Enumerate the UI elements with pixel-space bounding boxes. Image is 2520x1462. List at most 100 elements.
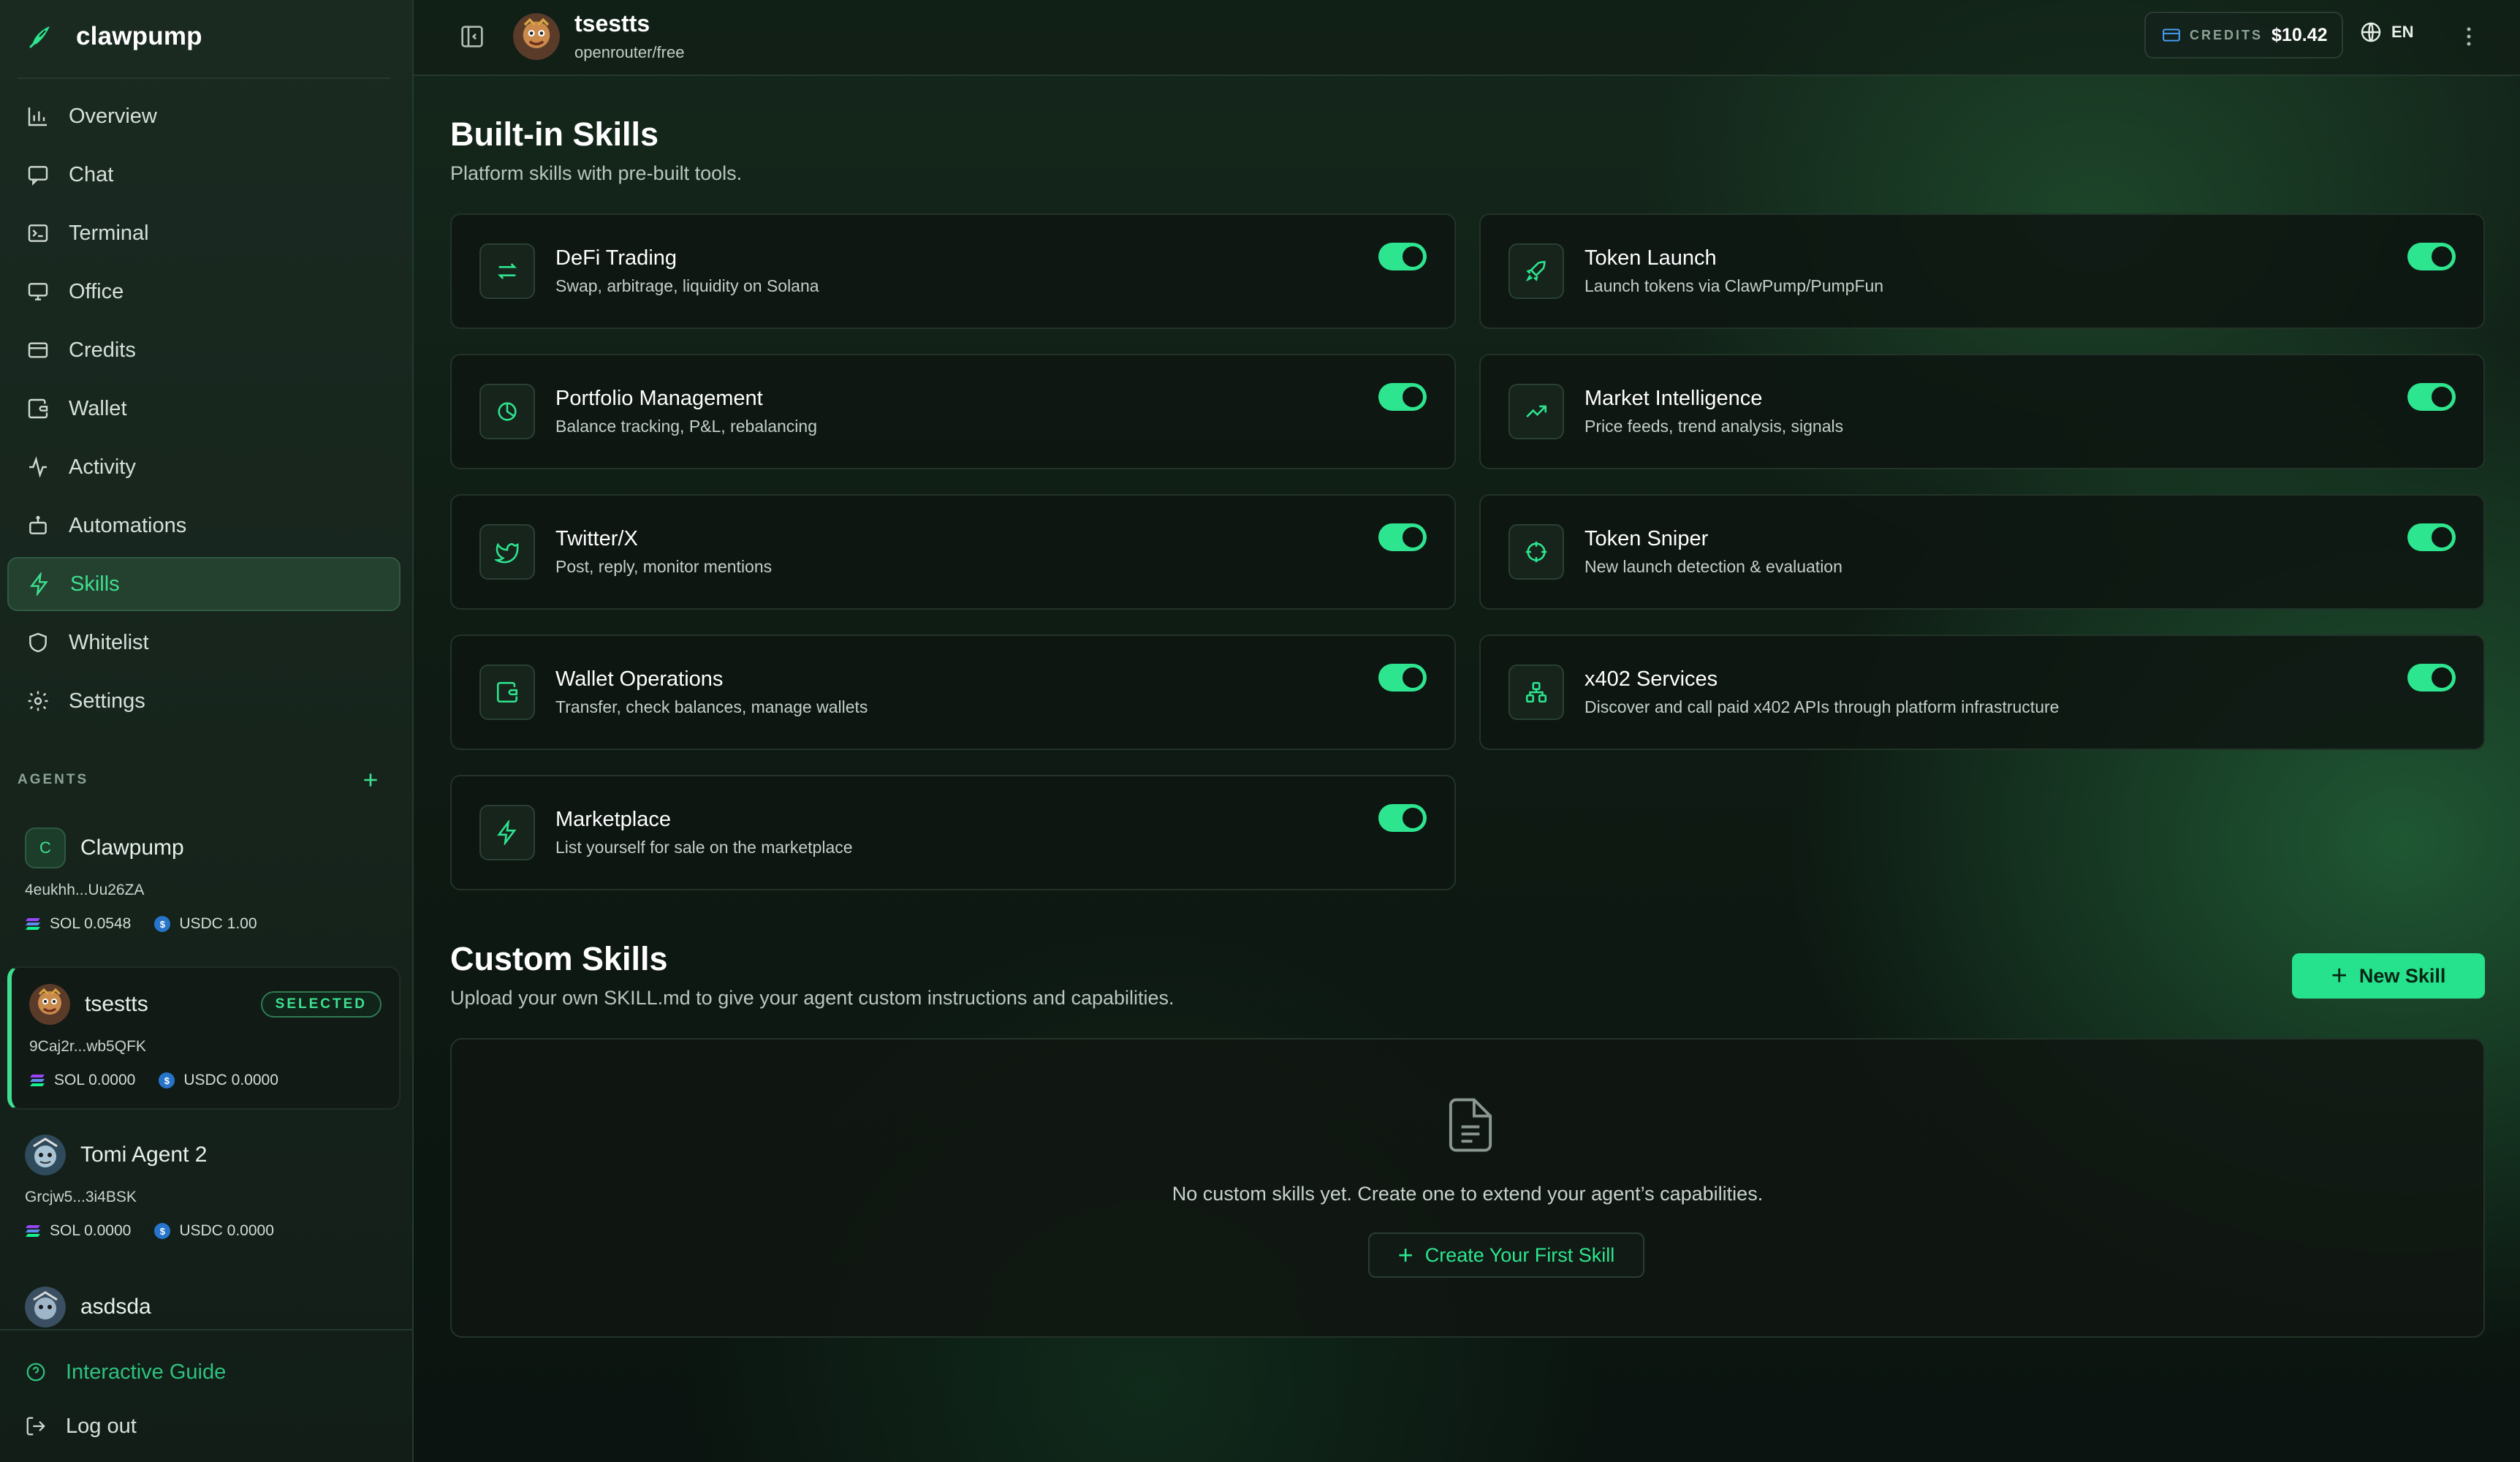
credit-card-icon <box>28 342 48 358</box>
sidebar-item-terminal[interactable]: Terminal <box>7 206 401 260</box>
gear-icon <box>28 691 48 711</box>
usdc-icon: $ <box>154 916 171 932</box>
agent-address: 9Caj2r...wb5QFK <box>29 1038 146 1055</box>
skill-toggle[interactable] <box>2407 383 2456 411</box>
skill-desc: Balance tracking, P&L, rebalancing <box>555 417 817 436</box>
avatar <box>29 984 70 1025</box>
claw-logo-icon <box>29 26 50 48</box>
sidebar-item-label: Wallet <box>69 396 127 420</box>
terminal-icon <box>28 224 48 242</box>
credits-display[interactable]: CREDITS $10.42 <box>2144 12 2343 58</box>
agent-name: Tomi Agent 2 <box>80 1143 208 1167</box>
skill-card-token-sniper[interactable]: Token Sniper New launch detection & evalu… <box>1479 494 2485 610</box>
more-vertical-icon <box>2467 27 2471 46</box>
add-agent-button[interactable] <box>358 768 383 792</box>
skill-toggle[interactable] <box>2407 243 2456 270</box>
agents-title: AGENTS <box>18 772 89 787</box>
skill-toggle[interactable] <box>2407 523 2456 551</box>
builtin-skills-title: Built-in Skills <box>450 115 659 153</box>
sidebar-item-skills[interactable]: Skills <box>7 557 401 611</box>
agent-card-clawpump[interactable]: C Clawpump 4eukhh...Uu26ZA SOL 0.0548 $ … <box>7 811 401 955</box>
sidebar-toggle-icon <box>461 26 483 48</box>
bar-chart-icon <box>28 107 47 126</box>
sidebar-item-label: Credits <box>69 338 136 362</box>
skill-desc: Launch tokens via ClawPump/PumpFun <box>1585 276 1884 295</box>
wallet-icon <box>479 664 535 720</box>
interactive-guide-link[interactable]: Interactive Guide <box>0 1345 412 1399</box>
plus-icon <box>364 773 377 787</box>
avatar <box>513 12 560 60</box>
skill-card-twitter-x[interactable]: Twitter/X Post, reply, monitor mentions <box>450 494 1456 610</box>
skill-card-wallet-operations[interactable]: Wallet Operations Transfer, check balance… <box>450 635 1456 750</box>
sidebar-item-chat[interactable]: Chat <box>7 148 401 202</box>
skill-desc: Transfer, check balances, manage wallets <box>555 697 868 716</box>
usdc-balance: USDC 0.0000 <box>179 1222 274 1239</box>
new-skill-button[interactable]: + New Skill <box>2292 953 2485 999</box>
agent-card-tsestts[interactable]: tsestts SELECTED 9Caj2r...wb5QFK SOL 0.0… <box>7 966 401 1110</box>
sidebar-footer: Interactive Guide Log out <box>0 1329 412 1453</box>
agent-card-asdsda[interactable]: asdsda <box>7 1270 401 1327</box>
divider <box>18 77 390 79</box>
custom-skills-subtitle: Upload your own SKILL.md to give your ag… <box>450 987 1174 1009</box>
create-first-skill-button[interactable]: + Create Your First Skill <box>1368 1232 1644 1278</box>
sidebar: clawpump Overview Chat Terminal Office C… <box>0 0 414 1462</box>
agent-name: Clawpump <box>80 836 184 860</box>
custom-skills-empty-state: No custom skills yet. Create one to exte… <box>450 1038 2485 1338</box>
document-icon <box>1449 1098 1492 1152</box>
skill-desc: Price feeds, trend analysis, signals <box>1585 417 1844 436</box>
avatar: C <box>25 827 66 868</box>
sidebar-item-label: Office <box>69 279 124 303</box>
builtin-skills-subtitle: Platform skills with pre-built tools. <box>450 162 743 184</box>
lightning-icon <box>29 572 48 596</box>
more-menu-button[interactable] <box>2454 22 2483 51</box>
skill-name: Token Launch <box>1585 246 1717 270</box>
crosshair-icon <box>1508 524 1564 580</box>
skill-card-x402-services[interactable]: x402 Services Discover and call paid x402… <box>1479 635 2485 750</box>
sidebar-item-whitelist[interactable]: Whitelist <box>7 616 401 670</box>
skill-toggle[interactable] <box>1378 243 1427 270</box>
sidebar-item-overview[interactable]: Overview <box>7 89 401 143</box>
skill-card-marketplace[interactable]: Marketplace List yourself for sale on the… <box>450 775 1456 890</box>
usdc-icon: $ <box>154 1223 171 1239</box>
skill-card-portfolio-management[interactable]: Portfolio Management Balance tracking, P&… <box>450 354 1456 469</box>
sidebar-item-activity[interactable]: Activity <box>7 440 401 494</box>
agent-card-tomi-agent-2[interactable]: Tomi Agent 2 Grcjw5...3i4BSK SOL 0.0000 … <box>7 1118 401 1262</box>
sidebar-item-office[interactable]: Office <box>7 265 401 319</box>
status-badge: SELECTED <box>260 991 382 1018</box>
logout-label: Log out <box>66 1414 137 1438</box>
sidebar-item-label: Automations <box>69 513 187 537</box>
skill-desc: New launch detection & evaluation <box>1585 557 1842 576</box>
language-selector[interactable]: EN <box>2359 20 2414 44</box>
collapse-sidebar-button[interactable] <box>458 22 487 51</box>
app-name: clawpump <box>76 22 202 50</box>
sidebar-item-settings[interactable]: Settings <box>7 674 401 728</box>
sidebar-item-wallet[interactable]: Wallet <box>7 382 401 436</box>
sidebar-item-credits[interactable]: Credits <box>7 323 401 377</box>
brand[interactable]: clawpump <box>26 19 202 54</box>
agents-header: AGENTS <box>18 768 383 792</box>
activity-icon <box>29 456 47 478</box>
current-agent[interactable]: tsestts openrouter/free <box>513 10 684 62</box>
skill-card-defi-trading[interactable]: DeFi Trading Swap, arbitrage, liquidity o… <box>450 213 1456 329</box>
sidebar-item-automations[interactable]: Automations <box>7 499 401 553</box>
logout-button[interactable]: Log out <box>0 1399 412 1453</box>
skill-name: Token Sniper <box>1585 527 1709 550</box>
usdc-balance: USDC 0.0000 <box>183 1072 278 1088</box>
skill-toggle[interactable] <box>2407 664 2456 692</box>
skill-toggle[interactable] <box>1378 383 1427 411</box>
create-skill-label: Create Your First Skill <box>1424 1243 1615 1266</box>
plus-icon: + <box>2331 961 2348 991</box>
skill-name: Wallet Operations <box>555 667 724 691</box>
skill-toggle[interactable] <box>1378 523 1427 551</box>
top-bar: tsestts openrouter/free CREDITS $10.42 E… <box>414 0 2520 76</box>
sidebar-item-label: Whitelist <box>69 630 149 654</box>
usdc-balance: USDC 1.00 <box>179 915 257 932</box>
skill-card-market-intelligence[interactable]: Market Intelligence Price feeds, trend an… <box>1479 354 2485 469</box>
skill-toggle[interactable] <box>1378 804 1427 832</box>
usdc-icon: $ <box>159 1072 175 1088</box>
skill-toggle[interactable] <box>1378 664 1427 692</box>
credits-label: CREDITS <box>2190 27 2263 42</box>
sidebar-item-label: Overview <box>69 104 157 128</box>
skill-card-token-launch[interactable]: Token Launch Launch tokens via ClawPump/P… <box>1479 213 2485 329</box>
trending-up-icon <box>1508 384 1564 439</box>
